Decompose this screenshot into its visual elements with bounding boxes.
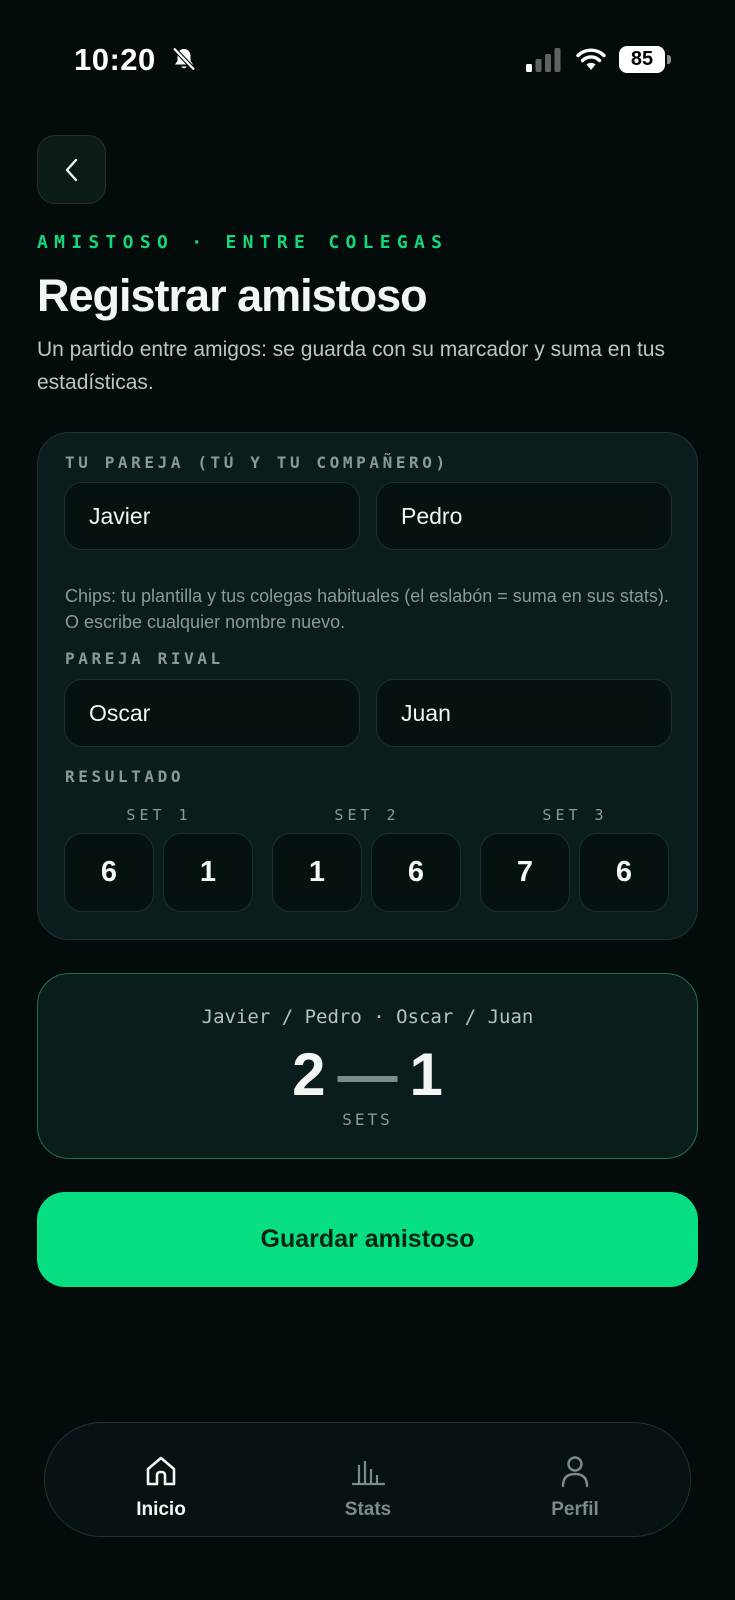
summary-score-them: 1 [409, 1041, 443, 1108]
page-title: Registrar amistoso [37, 270, 428, 321]
chevron-left-icon [65, 158, 77, 181]
rival-pair-player-2-input[interactable]: Juan [376, 679, 672, 747]
set-1-label: SET 1 [126, 806, 192, 824]
chips-hint: Chips: tu plantilla y tus colegas habitu… [65, 586, 669, 632]
set-2-label: SET 2 [334, 806, 400, 824]
battery-icon: 85 [619, 46, 671, 73]
set-1-our-score-input[interactable]: 6 [64, 833, 154, 912]
set-2-our-score-input[interactable]: 1 [272, 833, 362, 912]
match-summary-card: Javier / Pedro · Oscar / Juan 2—1 SETS [37, 973, 698, 1159]
summary-pairs: Javier / Pedro · Oscar / Juan [201, 1006, 534, 1028]
set-3-our-score-input[interactable]: 7 [480, 833, 570, 912]
nav-label-stats: Stats [344, 1499, 392, 1520]
summary-unit: SETS [342, 1110, 393, 1129]
page-subtitle: Un partido entre amigos: se guarda con s… [37, 338, 665, 394]
stats-icon [351, 1461, 386, 1486]
cellular-signal-icon [526, 48, 561, 72]
set-2-rival-score-input[interactable]: 6 [371, 833, 461, 912]
set-1-rival-score-input[interactable]: 1 [163, 833, 253, 912]
home-icon [146, 1456, 176, 1486]
bottom-nav: Inicio Stats Perfil [44, 1422, 691, 1537]
result-label: RESULTADO [65, 767, 185, 786]
nav-label-perfil: Perfil [551, 1499, 599, 1520]
your-pair-label: TU PAREJA (TÚ Y TU COMPAÑERO) [65, 453, 449, 472]
battery-tip [667, 55, 671, 64]
back-button[interactable] [37, 135, 106, 204]
set-3-label: SET 3 [542, 806, 608, 824]
save-friendly-button[interactable]: Guardar amistoso [37, 1192, 698, 1287]
status-bar: 10:20 85 [0, 0, 735, 110]
nav-item-inicio[interactable]: Inicio [86, 1423, 236, 1538]
battery-level: 85 [619, 46, 665, 73]
wifi-icon [576, 48, 606, 70]
clock: 10:20 [74, 42, 156, 77]
nav-item-perfil[interactable]: Perfil [500, 1423, 650, 1538]
nav-label-inicio: Inicio [136, 1499, 186, 1520]
your-pair-player-2-input[interactable]: Pedro [376, 482, 672, 550]
summary-score-dash: — [337, 1041, 398, 1108]
bell-muted-icon [172, 46, 196, 72]
summary-score-us: 2 [292, 1041, 326, 1108]
register-friendly-screen: 10:20 85 AMISTOSO · ENTRE COLEGAS Regist… [0, 0, 735, 1600]
summary-score: 2—1 [38, 1040, 697, 1109]
profile-icon [561, 1456, 589, 1488]
your-pair-player-1-input[interactable]: Javier [64, 482, 360, 550]
eyebrow-label: AMISTOSO · ENTRE COLEGAS [37, 232, 449, 253]
set-3-rival-score-input[interactable]: 6 [579, 833, 669, 912]
rival-pair-label: PAREJA RIVAL [65, 649, 224, 668]
nav-item-stats[interactable]: Stats [293, 1423, 443, 1538]
rival-pair-player-1-input[interactable]: Oscar [64, 679, 360, 747]
match-form-card: TU PAREJA (TÚ Y TU COMPAÑERO) Javier Ped… [37, 432, 698, 940]
